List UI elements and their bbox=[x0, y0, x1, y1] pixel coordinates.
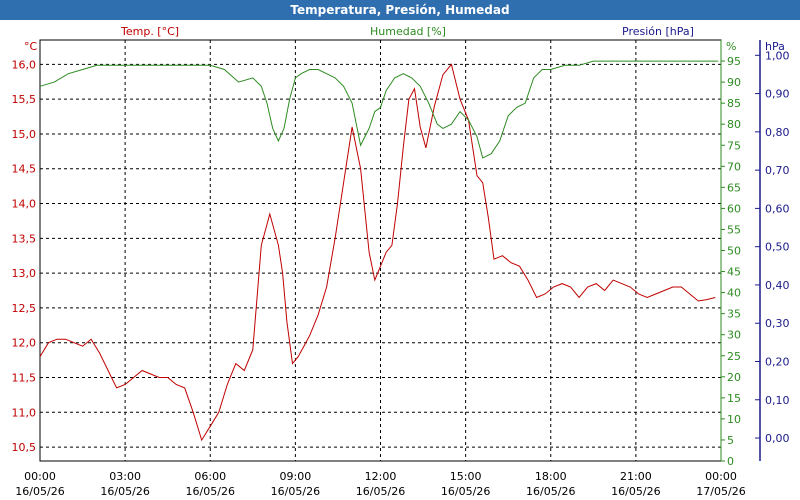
x-tick-date: 16/05/26 bbox=[15, 485, 64, 498]
pressure-tick-label: 0,70 bbox=[765, 164, 790, 177]
humidity-tick-label: 50 bbox=[727, 245, 741, 258]
humidity-tick-label: 0 bbox=[727, 455, 734, 468]
x-tick-date: 16/05/26 bbox=[356, 485, 405, 498]
temp-axis-title: Temp. [°C] bbox=[121, 25, 180, 38]
temp-tick-label: 15,0 bbox=[12, 128, 37, 141]
x-tick-time: 12:00 bbox=[365, 470, 397, 483]
x-tick-date: 16/05/26 bbox=[526, 485, 575, 498]
humidity-tick-label: 35 bbox=[727, 308, 741, 321]
temp-tick-label: 11,0 bbox=[12, 406, 37, 419]
humidity-tick-label: 65 bbox=[727, 181, 741, 194]
pressure-tick-label: 0,10 bbox=[765, 394, 790, 407]
humidity-series-line bbox=[39, 60, 719, 159]
pressure-tick-label: 0,00 bbox=[765, 432, 790, 445]
humidity-tick-label: 90 bbox=[727, 76, 741, 89]
x-tick-date: 17/05/26 bbox=[696, 485, 745, 498]
x-tick-date: 16/05/26 bbox=[186, 485, 235, 498]
humidity-tick-label: 55 bbox=[727, 223, 741, 236]
pressure-tick-label: 0,90 bbox=[765, 88, 790, 101]
humidity-tick-label: 60 bbox=[727, 202, 741, 215]
x-tick-time: 18:00 bbox=[535, 470, 567, 483]
humidity-tick-label: 15 bbox=[727, 392, 741, 405]
grid-lines bbox=[40, 40, 721, 461]
pressure-tick-label: 0,30 bbox=[765, 317, 790, 330]
pressure-tick-label: 0,20 bbox=[765, 355, 790, 368]
x-tick-time: 00:00 bbox=[24, 470, 56, 483]
humidity-axis-title: Humedad [%] bbox=[370, 25, 446, 38]
pressure-tick-label: 0,60 bbox=[765, 202, 790, 215]
x-tick-date: 16/05/26 bbox=[271, 485, 320, 498]
pressure-unit-label: hPa bbox=[765, 40, 785, 53]
humidity-tick-label: 40 bbox=[727, 287, 741, 300]
temp-tick-labels: 16,0 15,5 15,0 14,5 14,0 13,5 13,0 12,5 12,0 11,5… bbox=[12, 58, 37, 454]
x-tick-time: 03:00 bbox=[109, 470, 141, 483]
series-lines bbox=[39, 60, 719, 442]
humidity-unit-label: % bbox=[726, 40, 737, 53]
x-tick-time: 21:00 bbox=[620, 470, 652, 483]
x-tick-time: 06:00 bbox=[194, 470, 226, 483]
x-tick-time: 09:00 bbox=[280, 470, 312, 483]
temperature-series-line bbox=[39, 63, 716, 442]
humidity-tick-labels: 95908580757065605550454035302520151050 bbox=[720, 40, 741, 468]
pressure-tick-label: 0,40 bbox=[765, 279, 790, 292]
temp-tick-label: 15,5 bbox=[12, 93, 37, 106]
humidity-tick-label: 95 bbox=[727, 55, 741, 68]
chart-svg: 16,0 15,5 15,0 14,5 14,0 13,5 13,0 12,5 12,0 11,5… bbox=[12, 39, 790, 498]
temp-tick-label: 14,5 bbox=[12, 163, 37, 176]
humidity-tick-label: 5 bbox=[727, 434, 734, 447]
x-tick-time: 00:00 bbox=[705, 470, 737, 483]
x-tick-labels: 00:00 16/05/26 03:00 16/05/26 06:00 16/05/26 0… bbox=[15, 470, 745, 498]
humidity-tick-label: 25 bbox=[727, 350, 741, 363]
temp-unit-label: °C bbox=[24, 40, 38, 53]
temp-tick-label: 11,5 bbox=[12, 371, 37, 384]
humidity-tick-label: 85 bbox=[727, 97, 741, 110]
humidity-tick-label: 80 bbox=[727, 118, 741, 131]
humidity-tick-label: 10 bbox=[727, 413, 741, 426]
humidity-tick-label: 70 bbox=[727, 160, 741, 173]
temp-tick-label: 13,5 bbox=[12, 232, 37, 245]
temp-tick-label: 10,5 bbox=[12, 441, 37, 454]
humidity-tick-label: 20 bbox=[727, 371, 741, 384]
humidity-tick-label: 30 bbox=[727, 329, 741, 342]
x-tick-date: 16/05/26 bbox=[611, 485, 660, 498]
temp-tick-label: 14,0 bbox=[12, 198, 37, 211]
humidity-tick-label: 75 bbox=[727, 139, 741, 152]
temp-tick-label: 12,5 bbox=[12, 302, 37, 315]
x-tick-time: 15:00 bbox=[450, 470, 482, 483]
humidity-tick-label: 45 bbox=[727, 266, 741, 279]
pressure-tick-label: 0,50 bbox=[765, 241, 790, 254]
pressure-axis-title: Presión [hPa] bbox=[622, 25, 694, 38]
pressure-tick-label: 0,80 bbox=[765, 126, 790, 139]
temp-tick-label: 16,0 bbox=[12, 58, 37, 71]
temp-tick-label: 13,0 bbox=[12, 267, 37, 280]
x-tick-date: 16/05/26 bbox=[441, 485, 490, 498]
x-tick-date: 16/05/26 bbox=[100, 485, 149, 498]
temp-tick-label: 12,0 bbox=[12, 337, 37, 350]
